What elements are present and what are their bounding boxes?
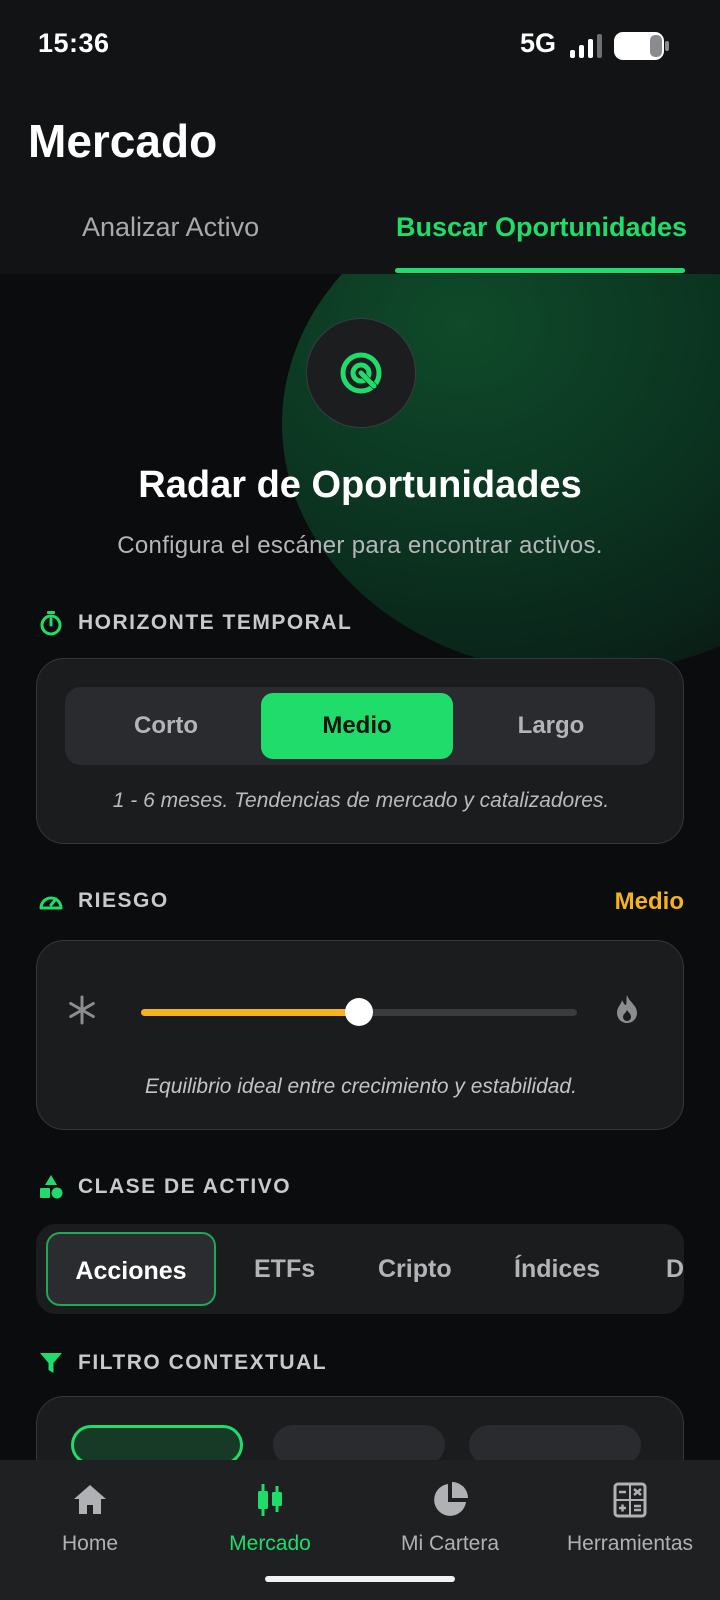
section-risk-label: RIESGO [38,888,169,914]
horizon-card: Corto Medio Largo 1 - 6 meses. Tendencia… [36,658,684,844]
network-type: 5G [519,28,556,58]
asset-option-cripto[interactable]: Cripto [378,1232,452,1306]
nav-home[interactable]: Home [0,1480,180,1556]
home-indicator[interactable] [265,1576,455,1582]
section-horizon-label: HORIZONTE TEMPORAL [38,610,352,636]
horizon-option-largo[interactable]: Largo [453,693,649,759]
horizon-selector: Corto Medio Largo [65,687,655,765]
asset-class-label-text: CLASE DE ACTIVO [78,1175,292,1198]
speedometer-icon [39,896,63,910]
status-bar: 15:36 5G [0,0,720,92]
risk-card: Equilibrio ideal entre crecimiento y est… [36,940,684,1130]
shapes-icon [40,1175,63,1199]
home-icon [74,1485,106,1514]
risk-slider-thumb[interactable] [345,998,373,1026]
asset-option-acciones[interactable]: Acciones [46,1232,216,1306]
horizon-option-corto[interactable]: Corto [71,693,261,759]
funnel-icon [40,1353,62,1373]
radar-icon [340,352,382,394]
tab-buscar-oportunidades[interactable]: Buscar Oportunidades [396,212,687,243]
tab-analizar-activo[interactable]: Analizar Activo [82,212,259,243]
battery-icon [614,32,669,60]
asset-option-more[interactable]: D [666,1232,684,1306]
page-title: Mercado [28,115,218,167]
radar-badge [306,318,416,428]
filter-chip-1[interactable] [71,1425,243,1460]
risk-slider[interactable] [141,998,577,1026]
filter-card [36,1396,684,1460]
risk-description: Equilibrio ideal entre crecimiento y est… [145,1075,577,1098]
asset-option-indices[interactable]: Índices [514,1232,600,1306]
radar-title: Radar de Oportunidades [138,464,582,506]
filter-chip-2[interactable] [273,1425,445,1460]
section-asset-class-label: CLASE DE ACTIVO [38,1174,291,1200]
horizon-label-text: HORIZONTE TEMPORAL [78,611,353,634]
app-header: 15:36 5G Mercado Analizar Activo Buscar … [0,0,720,274]
calculator-icon [613,1482,647,1518]
section-filter-label: FILTRO CONTEXTUAL [38,1350,327,1376]
nav-mercado-label: Mercado [229,1532,311,1555]
filter-chip-3[interactable] [469,1425,641,1460]
stopwatch-icon [40,611,62,636]
pie-chart-icon [434,1482,468,1516]
risk-slider-fill [141,1009,359,1016]
risk-label-text: RIESGO [78,889,169,912]
candlestick-icon [258,1484,282,1516]
horizon-description: 1 - 6 meses. Tendencias de mercado y cat… [112,789,610,812]
nav-home-label: Home [61,1532,119,1555]
signal-icon [570,34,602,58]
snowflake-icon [69,995,95,1025]
horizon-option-medio[interactable]: Medio [261,693,453,759]
risk-value: Medio [614,888,684,915]
filter-label-text: FILTRO CONTEXTUAL [78,1351,328,1374]
asset-option-etfs[interactable]: ETFs [254,1232,315,1306]
flame-icon [617,995,637,1023]
nav-herramientas[interactable]: Herramientas [540,1480,720,1556]
status-time: 15:36 [38,28,110,58]
nav-herramientas-label: Herramientas [566,1532,694,1555]
nav-mi-cartera[interactable]: Mi Cartera [360,1480,540,1556]
active-tab-indicator [395,268,685,273]
radar-subtitle: Configura el escáner para encontrar acti… [117,532,603,559]
nav-mercado[interactable]: Mercado [180,1480,360,1556]
nav-mi-cartera-label: Mi Cartera [400,1532,500,1555]
main-content[interactable]: Radar de Oportunidades Configura el escá… [0,274,720,1460]
asset-class-selector: Acciones ETFs Cripto Índices D [36,1224,684,1314]
